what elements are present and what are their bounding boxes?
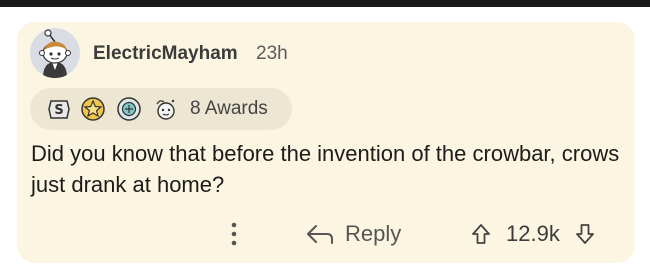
downvote-icon[interactable] [574, 222, 596, 246]
wholesome-award-icon [156, 99, 175, 120]
awards-bar[interactable]: S 8 Awards [30, 88, 292, 130]
reply-arrow-icon [307, 225, 333, 244]
gold-award-icon [81, 97, 105, 121]
vote-controls: 12.9k [470, 217, 596, 251]
upvote-icon[interactable] [470, 222, 492, 246]
avatar[interactable] [30, 28, 80, 78]
vote-score: 12.9k [506, 221, 560, 246]
comment-author[interactable]: ElectricMayham [93, 43, 238, 65]
more-options-button[interactable] [224, 219, 244, 249]
platinum-award-icon [117, 97, 141, 121]
vertical-dots-icon [231, 222, 237, 246]
svg-text:S: S [54, 103, 63, 118]
silver-award-icon: S [48, 100, 70, 119]
reply-button[interactable]: Reply [305, 217, 401, 251]
snoo-avatar-icon [39, 29, 71, 78]
comment-timestamp: 23h [256, 43, 288, 64]
comment-card: ElectricMayham 23h S 8 Awards Did you kn… [17, 22, 635, 263]
reply-label: Reply [345, 221, 402, 246]
awards-count-label: 8 Awards [190, 98, 268, 119]
top-edge-bar [0, 0, 650, 7]
comment-body: Did you know that before the invention o… [31, 141, 620, 197]
